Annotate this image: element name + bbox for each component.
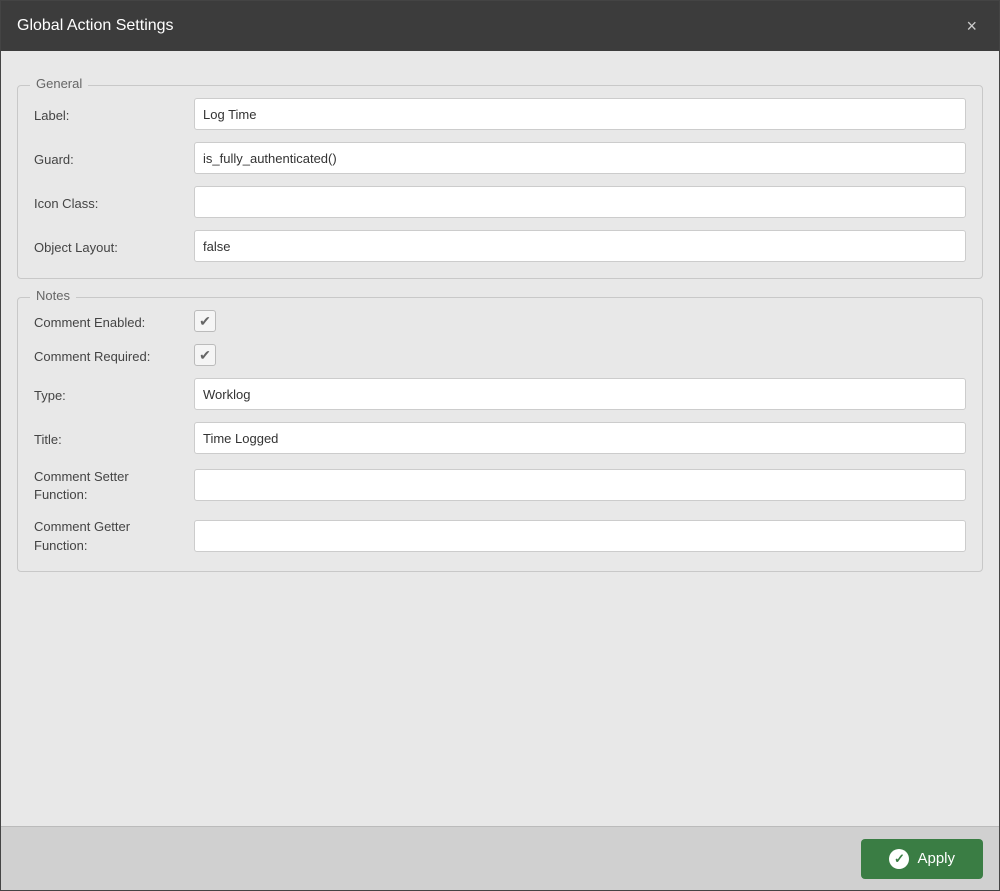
comment-required-label: Comment Required: <box>34 347 194 364</box>
guard-input[interactable] <box>194 142 966 174</box>
dialog-body: General Label: Guard: Icon Class: Object… <box>1 51 999 826</box>
comment-enabled-label: Comment Enabled: <box>34 313 194 330</box>
comment-required-checkbox-wrap: ✔ <box>194 344 216 366</box>
comment-enabled-row: Comment Enabled: ✔ <box>34 310 966 332</box>
apply-label: Apply <box>917 850 955 867</box>
close-button[interactable]: × <box>960 15 983 37</box>
type-field-label: Type: <box>34 386 194 403</box>
global-action-settings-dialog: Global Action Settings × General Label: … <box>0 0 1000 891</box>
label-row: Label: <box>34 98 966 130</box>
icon-class-field-label: Icon Class: <box>34 194 194 211</box>
title-input[interactable] <box>194 422 966 454</box>
notes-section: Notes Comment Enabled: ✔ Comment Require… <box>17 297 983 572</box>
comment-setter-label: Comment SetterFunction: <box>34 466 194 504</box>
comment-enabled-checkbox[interactable]: ✔ <box>194 310 216 332</box>
guard-row: Guard: <box>34 142 966 174</box>
general-legend: General <box>30 76 88 91</box>
label-input[interactable] <box>194 98 966 130</box>
comment-setter-input[interactable] <box>194 469 966 501</box>
comment-enabled-checkbox-wrap: ✔ <box>194 310 216 332</box>
dialog-header: Global Action Settings × <box>1 1 999 51</box>
title-field-label: Title: <box>34 430 194 447</box>
apply-button[interactable]: Apply <box>861 839 983 879</box>
notes-legend: Notes <box>30 288 76 303</box>
comment-required-row: Comment Required: ✔ <box>34 344 966 366</box>
title-row: Title: <box>34 422 966 454</box>
dialog-title: Global Action Settings <box>17 17 174 35</box>
object-layout-field-label: Object Layout: <box>34 238 194 255</box>
general-section: General Label: Guard: Icon Class: Object… <box>17 85 983 279</box>
icon-class-input[interactable] <box>194 186 966 218</box>
comment-getter-row: Comment GetterFunction: <box>34 516 966 554</box>
comment-required-checkbox[interactable]: ✔ <box>194 344 216 366</box>
apply-check-icon <box>889 849 909 869</box>
comment-setter-row: Comment SetterFunction: <box>34 466 966 504</box>
guard-field-label: Guard: <box>34 150 194 167</box>
comment-getter-input[interactable] <box>194 520 966 552</box>
label-field-label: Label: <box>34 106 194 123</box>
comment-getter-label: Comment GetterFunction: <box>34 516 194 554</box>
object-layout-row: Object Layout: <box>34 230 966 262</box>
dialog-footer: Apply <box>1 826 999 890</box>
object-layout-input[interactable] <box>194 230 966 262</box>
type-input[interactable] <box>194 378 966 410</box>
type-row: Type: <box>34 378 966 410</box>
icon-class-row: Icon Class: <box>34 186 966 218</box>
